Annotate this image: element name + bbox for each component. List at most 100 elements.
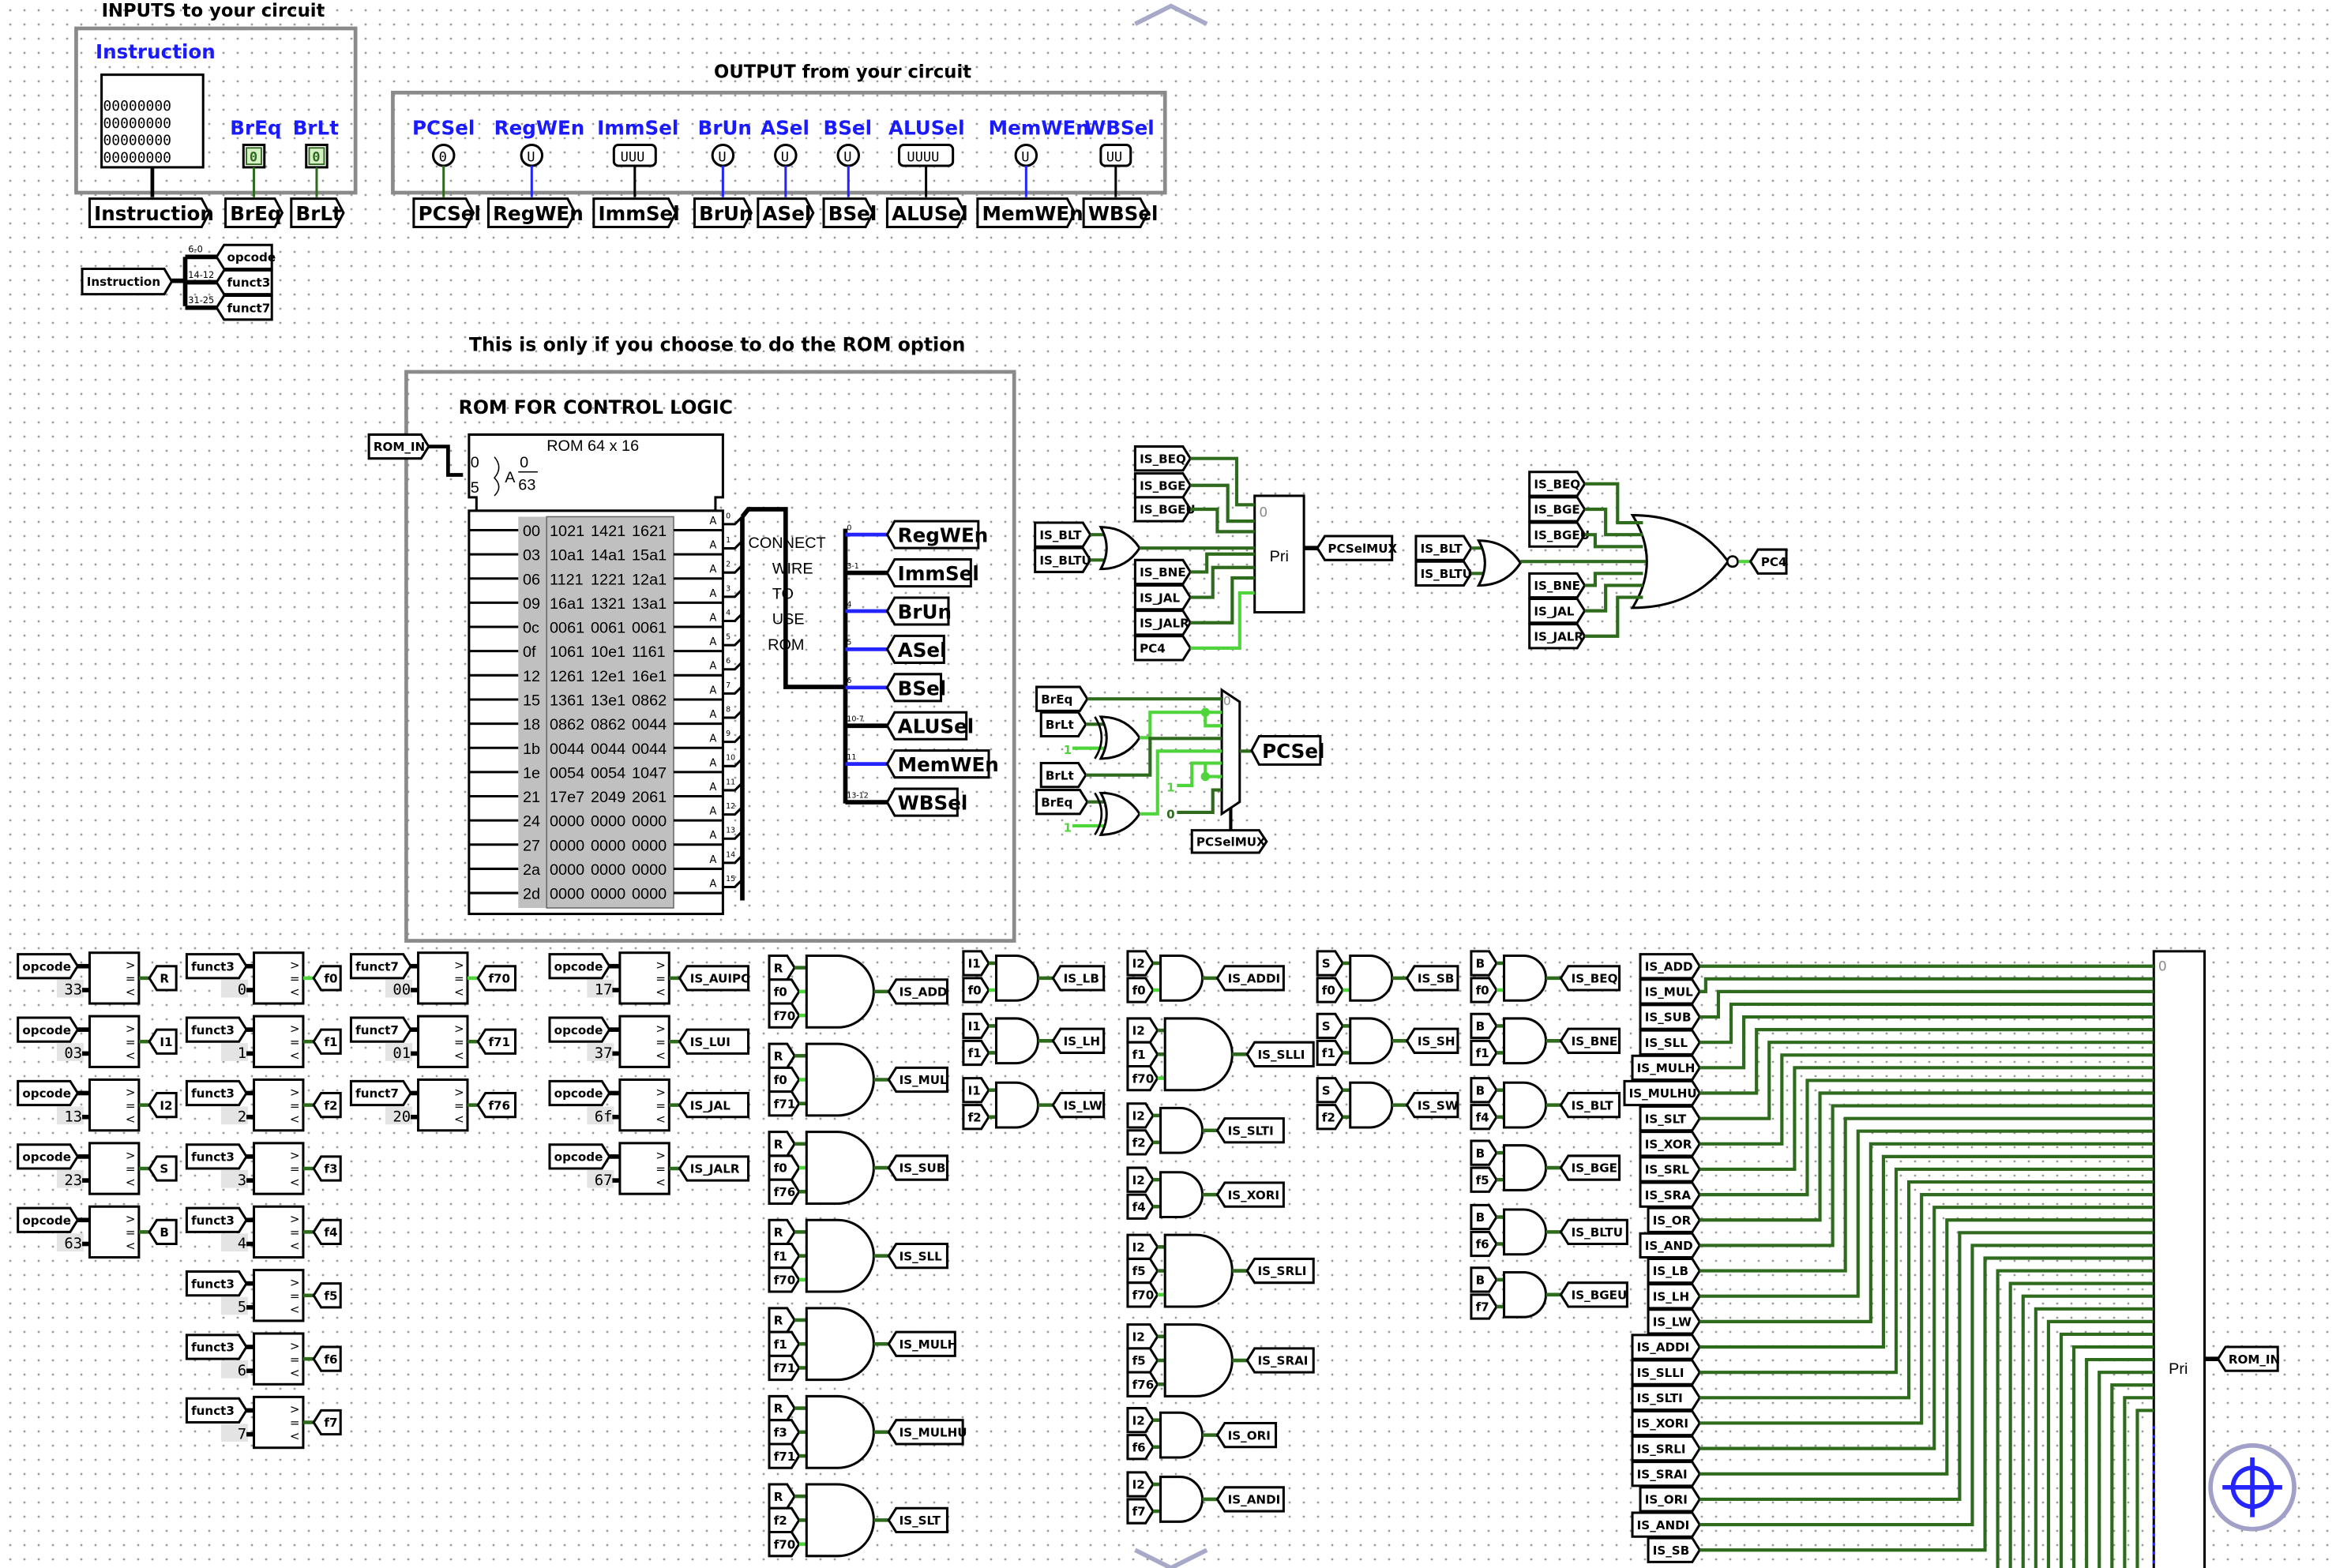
- tunnel-label: PCSel: [1262, 740, 1324, 763]
- tunnel-f7: f7: [1126, 1498, 1155, 1525]
- and-gate: [1503, 1017, 1547, 1065]
- tunnel-label: IS_BNE: [1572, 1034, 1618, 1048]
- tunnel-i2: I2: [1126, 1017, 1159, 1044]
- and-gate-is_sll: Rf1 f70 IS_SLL: [768, 1218, 948, 1293]
- brlt-input-pin[interactable]: 0: [305, 144, 329, 169]
- rom-data-pin-label: A: [709, 612, 716, 624]
- instruction-splitter: Instruction 6-0 opcode 14-12 funct3 31-25 func…: [81, 243, 276, 321]
- tunnel-label: opcode: [554, 959, 603, 973]
- comparator-symbol: =: [290, 1225, 300, 1240]
- tunnel-label: f7: [1476, 1300, 1489, 1315]
- tunnel-f70: f70: [1126, 1281, 1159, 1308]
- tunnel-is_blt: IS_BLT: [1414, 535, 1473, 561]
- rom-data-pin-index: 8: [726, 705, 730, 714]
- output-pin-label: MemWEn: [989, 116, 1090, 139]
- tunnel-r: R: [768, 1483, 796, 1510]
- tunnel-label: f71: [774, 1450, 796, 1464]
- priority-encoder-component[interactable]: 0 Pri: [2152, 950, 2206, 1568]
- tunnel-f4: f4: [1126, 1193, 1155, 1220]
- comparator-symbol: <: [290, 985, 300, 1000]
- chevron-down-icon[interactable]: [1134, 1547, 1208, 1568]
- comparator-symbol: =: [454, 1098, 464, 1112]
- mux-first-index: 0: [1223, 694, 1231, 708]
- tunnel-f1: f1: [962, 1039, 990, 1067]
- and-gate: [1503, 1081, 1547, 1129]
- tunnel-f2: f2: [768, 1506, 801, 1534]
- pcsel-mux[interactable]: 0: [1220, 688, 1241, 816]
- tunnel-label: IS_SRLI: [1637, 1442, 1686, 1456]
- rom-cell: 0044: [591, 741, 625, 758]
- tunnel-label: IS_JAL: [1140, 591, 1180, 605]
- tunnel-label: R: [774, 1401, 783, 1416]
- rom-cell: 0000: [550, 886, 584, 903]
- comparator-is_lui: opcode 37 >=< IS_LUI: [548, 1015, 750, 1068]
- breq-pin-label: BrEq: [230, 116, 281, 139]
- tunnel-label: f2: [324, 1098, 337, 1112]
- tunnel-is_sb: IS_SB: [1647, 1536, 1702, 1563]
- tunnel-label: IS_SB: [1653, 1544, 1690, 1558]
- rom-addr-pin-low: 0: [471, 454, 479, 471]
- comparator-symbol: >: [655, 1149, 666, 1163]
- rom-data-pin-label: A: [709, 854, 716, 866]
- crosshair-icon[interactable]: [2208, 1443, 2297, 1532]
- output-pin-label: BrUn: [698, 116, 752, 139]
- tunnel-brun: BrUn: [885, 596, 952, 626]
- tunnel-i2: I2: [148, 1091, 178, 1119]
- tunnel-label: IS_MUL: [899, 1073, 948, 1087]
- tunnel-label: f5: [1476, 1173, 1489, 1187]
- rom-data-pin-index: 9: [726, 730, 730, 738]
- tunnel-f70: f70: [768, 1266, 801, 1293]
- encoder-label: Pri: [2169, 1360, 2188, 1378]
- circuit-canvas[interactable]: INPUTS to your circuit Instruction 0000000…: [0, 0, 2336, 1568]
- tunnel-f5: f5: [1126, 1257, 1159, 1285]
- rom-cell: 0044: [632, 716, 667, 733]
- pcsel-priority-encoder[interactable]: 0 Pri: [1253, 494, 1305, 614]
- output-pin-label: WBSel: [1084, 116, 1155, 139]
- and-gate: [994, 1017, 1039, 1065]
- comparator-f5: funct35 >=< f5: [185, 1269, 342, 1322]
- comparator-f1: funct31 >=< f1: [185, 1015, 342, 1068]
- and-gate: [1349, 1081, 1394, 1129]
- and-gate: [1159, 1411, 1204, 1459]
- and-gate-is_lw: I1 f2 IS_LW: [962, 1077, 1106, 1131]
- rom-row-address: 2d: [523, 886, 540, 903]
- tunnel-label: IS_MUL: [1645, 985, 1693, 1000]
- tunnel-label: f5: [1132, 1354, 1146, 1368]
- rom-component[interactable]: ROM 64 x 1605A06300 1021 1421 162103 10a1 14a…: [468, 433, 744, 916]
- tunnel-s: S: [148, 1155, 178, 1182]
- wire: [1190, 576, 1255, 625]
- tunnel-label: f6: [1476, 1237, 1489, 1251]
- rom-cell: 14a1: [591, 547, 625, 565]
- breq-input-pin[interactable]: 0: [242, 144, 266, 169]
- rom-data-pin-label: A: [709, 733, 716, 745]
- tunnel-b: B: [1470, 1012, 1498, 1040]
- tunnel-label: S: [1322, 957, 1331, 971]
- circuit-schematic[interactable]: INPUTS to your circuitInstruction0000000…: [0, 0, 2336, 1568]
- nor-bubble: [1726, 555, 1739, 568]
- tunnel-f7: f7: [312, 1409, 342, 1436]
- instruction-value-row: 00000000: [103, 98, 171, 114]
- rom-data-pin-label: A: [709, 879, 716, 891]
- tunnel-funct3: funct3: [185, 1016, 248, 1043]
- instruction-input-pin[interactable]: 00000000000000000000000000000000: [100, 73, 205, 169]
- tunnel-label: I2: [1132, 1413, 1145, 1427]
- tunnel-label: funct3: [191, 1341, 235, 1355]
- comparator-symbol: <: [126, 985, 136, 1000]
- chevron-up-icon[interactable]: [1134, 3, 1208, 26]
- tunnel-is_beq: IS_BEQ: [1133, 445, 1192, 472]
- tunnel-label: funct7: [355, 959, 399, 973]
- tunnel-is_jal: IS_JAL: [1133, 583, 1192, 611]
- tunnel-label: f5: [324, 1289, 337, 1303]
- rom-output-bits: 10-7: [847, 715, 863, 724]
- and-gate: [805, 1131, 875, 1205]
- tunnel-label: IS_SRLI: [1257, 1264, 1306, 1278]
- wire-junction: [1200, 707, 1210, 717]
- tunnel-opcode: opcode: [17, 1206, 80, 1233]
- tunnel-is_slt: IS_SLT: [1639, 1105, 1702, 1132]
- tunnel-label: f7: [1132, 1505, 1146, 1519]
- tunnel-pcsel: PCSel: [412, 197, 481, 229]
- and-gate-is_lh: I1 f1 IS_LH: [962, 1012, 1106, 1067]
- and-gate: [1349, 1017, 1394, 1065]
- tunnel-label: IS_BNE: [1140, 565, 1186, 580]
- tunnel-opcode: opcode: [215, 243, 276, 271]
